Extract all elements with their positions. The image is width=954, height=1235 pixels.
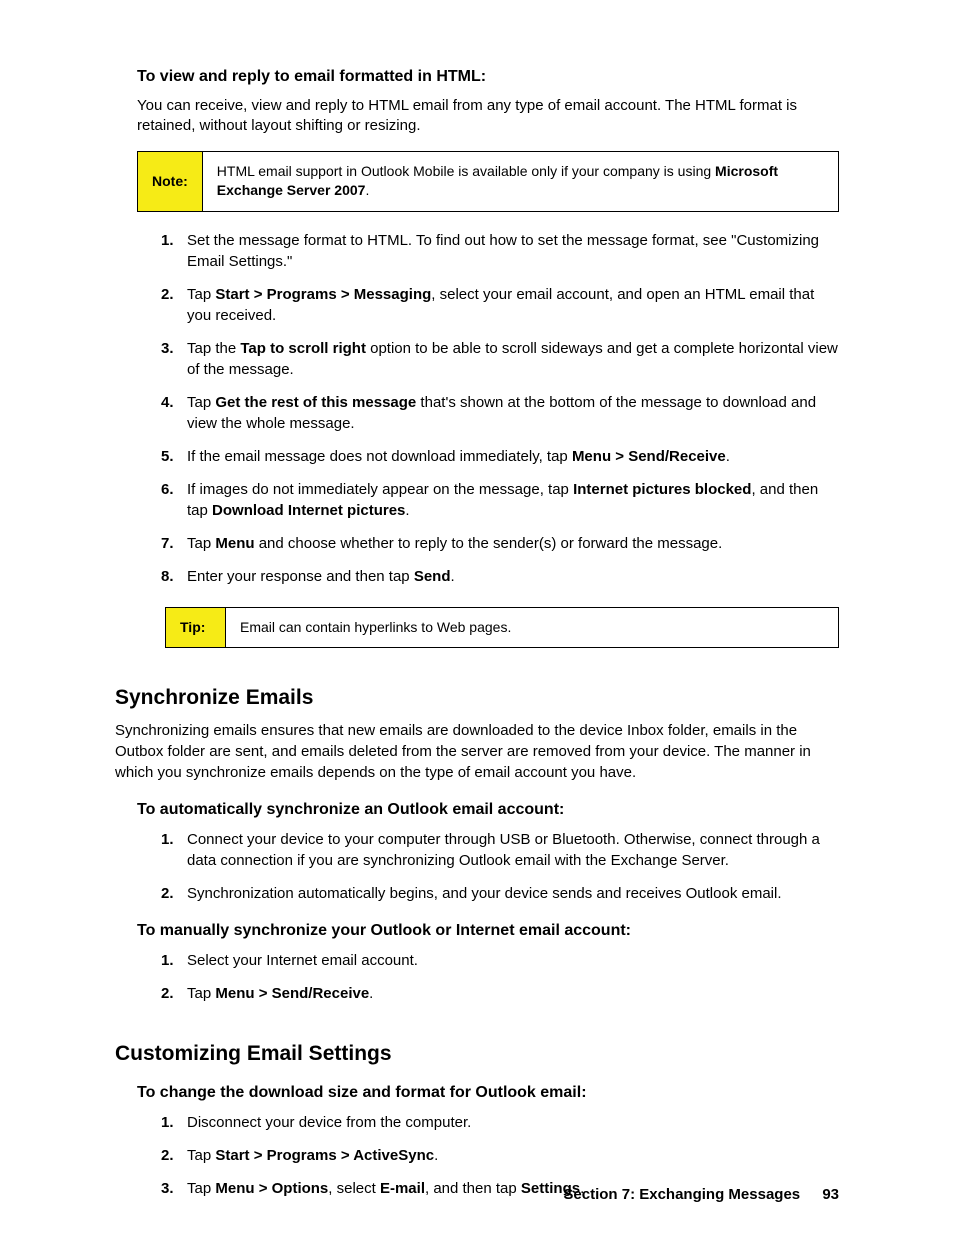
subsection-heading: To view and reply to email formatted in … xyxy=(137,68,839,86)
note-label: Note: xyxy=(138,152,203,211)
steps-list: Connect your device to your computer thr… xyxy=(165,829,839,904)
page-footer: Section 7: Exchanging Messages 93 xyxy=(563,1186,839,1203)
list-item: Synchronization automatically begins, an… xyxy=(165,883,839,904)
subsection-heading: To manually synchronize your Outlook or … xyxy=(137,922,839,940)
section-heading: Synchronize Emails xyxy=(115,686,839,710)
list-item: Connect your device to your computer thr… xyxy=(165,829,839,871)
list-item: Disconnect your device from the computer… xyxy=(165,1112,839,1133)
note-content: HTML email support in Outlook Mobile is … xyxy=(203,152,838,211)
list-item: Tap Get the rest of this message that's … xyxy=(165,392,839,434)
tip-label: Tip: xyxy=(166,608,226,648)
footer-section: Section 7: Exchanging Messages xyxy=(563,1186,800,1203)
list-item: If images do not immediately appear on t… xyxy=(165,479,839,521)
list-item: Select your Internet email account. xyxy=(165,950,839,971)
tip-content: Email can contain hyperlinks to Web page… xyxy=(226,608,525,648)
section-heading: Customizing Email Settings xyxy=(115,1042,839,1066)
body-paragraph: You can receive, view and reply to HTML … xyxy=(137,96,839,137)
list-item: Tap Start > Programs > ActiveSync. xyxy=(165,1145,839,1166)
steps-list: Select your Internet email account. Tap … xyxy=(165,950,839,1004)
list-item: Tap Start > Programs > Messaging, select… xyxy=(165,284,839,326)
tip-callout: Tip: Email can contain hyperlinks to Web… xyxy=(165,607,839,649)
list-item: Tap the Tap to scroll right option to be… xyxy=(165,338,839,380)
list-item: Set the message format to HTML. To find … xyxy=(165,230,839,272)
subsection-heading: To change the download size and format f… xyxy=(137,1084,839,1102)
list-item: Tap Menu and choose whether to reply to … xyxy=(165,533,839,554)
steps-list: Set the message format to HTML. To find … xyxy=(165,230,839,587)
page-number: 93 xyxy=(822,1186,839,1203)
body-paragraph: Synchronizing emails ensures that new em… xyxy=(115,720,839,783)
note-callout: Note: HTML email support in Outlook Mobi… xyxy=(137,151,839,212)
subsection-heading: To automatically synchronize an Outlook … xyxy=(137,801,839,819)
list-item: Enter your response and then tap Send. xyxy=(165,566,839,587)
list-item: If the email message does not download i… xyxy=(165,446,839,467)
list-item: Tap Menu > Send/Receive. xyxy=(165,983,839,1004)
